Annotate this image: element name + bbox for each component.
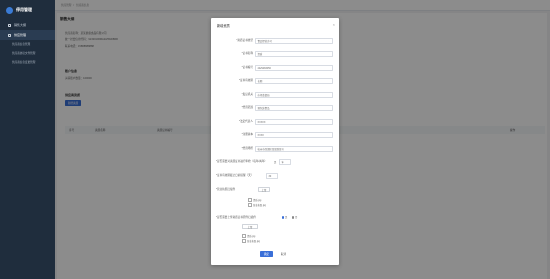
sidebar: 停用管理 销售大纲 供应管理 供应商信息管理 供应商协议文件管理 供应商信息变更… [0, 0, 55, 279]
form-row: *营业执照扫描件 上传 [211, 187, 339, 193]
checkbox-icon [248, 198, 252, 203]
sidebar-item-supply[interactable]: 供应管理 [0, 30, 55, 40]
file-name: 营业执照.jpg [247, 241, 260, 243]
radio-no[interactable]: 否 [292, 215, 297, 219]
field-label: *证书有效期 [239, 79, 253, 82]
form-row: *资质证书类型 食品经营许可 [211, 38, 339, 44]
file-name: 营业执照.jpg [253, 205, 266, 207]
radio-label: 否 [294, 217, 298, 220]
form-row: *证书名称 资质 [211, 51, 339, 57]
checkbox-icon [242, 234, 246, 239]
field-label: *资质证书类型 [236, 39, 253, 42]
file-name: 资质.jpg [253, 200, 262, 202]
field-label: *证书有效期截止日前提醒（天） [216, 174, 254, 177]
field-label: *是否需要对资质证书进行年检（每年/两年） [216, 160, 268, 163]
sidebar-subitem-agreements[interactable]: 供应商协议文件管理 [0, 49, 55, 58]
form-row: *证书有效期截止日前提醒（天） 30 [211, 173, 339, 179]
form-row: *注册资本 XXXX [211, 132, 339, 138]
field-label: *经营场所 [241, 147, 253, 150]
file-name: 资质.jpg [247, 236, 256, 238]
field-label: *经营范围 [241, 106, 253, 109]
form-row: *证书编号 4429483456 [211, 65, 339, 71]
field-label: *营业执照扫描件 [216, 188, 236, 191]
sidebar-item-label: 销售大纲 [14, 23, 27, 27]
radio-yes[interactable]: 是 [282, 215, 287, 219]
field-label: *法定代表人 [239, 120, 253, 123]
checkbox-icon [242, 239, 246, 244]
field-label: *是否需要上传资质证书原件扫描件 [216, 216, 256, 219]
folder-icon [8, 33, 11, 37]
document-icon [8, 23, 11, 27]
field-label: *证书名称 [241, 52, 253, 55]
issuing-authority-input[interactable]: 市场监督局 [255, 92, 333, 98]
field-label: *证书编号 [241, 66, 253, 69]
cert-name-input[interactable]: 资质 [255, 51, 333, 57]
uploaded-file[interactable]: 营业执照.jpg [248, 203, 266, 208]
field-label: *发证机关 [241, 93, 253, 96]
uploaded-file[interactable]: 资质.jpg [242, 234, 256, 239]
registered-capital-input[interactable]: XXXX [255, 132, 333, 138]
radio-label: 是 [284, 217, 288, 220]
cert-validity-select[interactable]: 长期 [255, 78, 333, 84]
form-row: *是否需要对资质证书进行年检（每年/两年） 是 年 [211, 159, 339, 165]
form-row: *发证机关 市场监督局 [211, 92, 339, 98]
close-icon[interactable]: × [333, 22, 335, 27]
confirm-button[interactable]: 确定 [260, 251, 273, 257]
inspection-years-input[interactable]: 年 [279, 159, 291, 165]
uploaded-file[interactable]: 营业执照.jpg [242, 239, 260, 244]
reminder-days-input[interactable]: 30 [266, 173, 278, 179]
app-title: 停用管理 [16, 7, 32, 12]
business-address-input[interactable]: 杭州市西湖区某某路某号 [255, 146, 333, 152]
sidebar-item-label: 供应管理 [14, 33, 27, 37]
checkbox-icon [248, 203, 252, 208]
sidebar-subitem-supplier-info[interactable]: 供应商信息管理 [0, 40, 55, 49]
sidebar-item-sales[interactable]: 销售大纲 [0, 20, 55, 30]
upload-button[interactable]: 上传 [242, 224, 258, 229]
logo-icon [6, 6, 13, 14]
form-row: *证书有效期 长期 [211, 78, 339, 84]
app-brand[interactable]: 停用管理 [0, 0, 55, 20]
field-label: *注册资本 [241, 133, 253, 136]
form-row: *经营场所 杭州市西湖区某某路某号 [211, 146, 339, 152]
uploaded-file[interactable]: 资质.jpg [248, 198, 262, 203]
cert-number-input[interactable]: 4429483456 [255, 65, 333, 71]
cert-type-select[interactable]: 食品经营许可 [255, 38, 333, 44]
cancel-button[interactable]: 取消 [277, 251, 290, 257]
form-row: *法定代表人 XXXXX [211, 119, 339, 125]
legal-rep-input[interactable]: XXXXX [255, 119, 333, 125]
sidebar-subitem-changes[interactable]: 供应商信息变更管理 [0, 58, 55, 67]
form-row: *是否需要上传资质证书原件扫描件 是 否 [211, 215, 339, 221]
add-qualification-dialog: 新增资质 × *资质证书类型 食品经营许可 *证书名称 资质 *证书编号 442… [211, 18, 339, 265]
dialog-title: 新增资质 [217, 24, 230, 28]
inspection-yes-label: 是 [274, 161, 277, 164]
business-scope-input[interactable]: 预包装食品 [255, 105, 333, 111]
upload-button[interactable]: 上传 [258, 187, 270, 192]
form-row: *经营范围 预包装食品 [211, 105, 339, 111]
